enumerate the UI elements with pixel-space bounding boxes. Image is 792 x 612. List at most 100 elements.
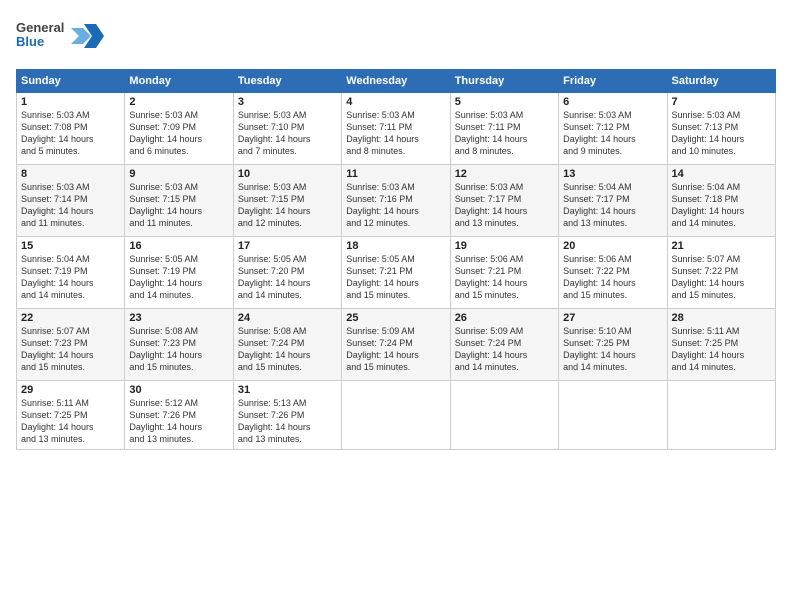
cell-4-1: 22Sunrise: 5:07 AMSunset: 7:23 PMDayligh… [17,309,125,381]
cell-line: Sunrise: 5:03 AM [563,109,662,121]
header-tuesday: Tuesday [233,70,341,93]
cell-line: and 6 minutes. [129,145,228,157]
cell-3-7: 21Sunrise: 5:07 AMSunset: 7:22 PMDayligh… [667,237,775,309]
cell-2-1: 8Sunrise: 5:03 AMSunset: 7:14 PMDaylight… [17,165,125,237]
cell-4-3: 24Sunrise: 5:08 AMSunset: 7:24 PMDayligh… [233,309,341,381]
cell-5-2: 30Sunrise: 5:12 AMSunset: 7:26 PMDayligh… [125,381,233,450]
cell-line: and 13 minutes. [21,433,120,445]
cell-line: Daylight: 14 hours [346,133,445,145]
day-number: 14 [672,168,771,180]
day-number: 22 [21,312,120,324]
cell-line: Sunset: 7:13 PM [672,121,771,133]
cell-line: Daylight: 14 hours [238,349,337,361]
cell-line: Sunrise: 5:05 AM [346,253,445,265]
cell-line: Sunrise: 5:03 AM [346,109,445,121]
cell-line: Sunrise: 5:06 AM [563,253,662,265]
cell-line: Daylight: 14 hours [129,277,228,289]
cell-line: Sunset: 7:25 PM [672,337,771,349]
cell-line: Sunrise: 5:04 AM [563,181,662,193]
cell-line: Sunrise: 5:03 AM [455,109,554,121]
week-row-3: 15Sunrise: 5:04 AMSunset: 7:19 PMDayligh… [17,237,776,309]
cell-line: and 15 minutes. [563,289,662,301]
day-number: 16 [129,240,228,252]
cell-line: Sunset: 7:17 PM [455,193,554,205]
header-row: SundayMondayTuesdayWednesdayThursdayFrid… [17,70,776,93]
day-number: 3 [238,96,337,108]
day-number: 17 [238,240,337,252]
day-number: 20 [563,240,662,252]
cell-line: Daylight: 14 hours [21,133,120,145]
cell-line: Sunrise: 5:13 AM [238,397,337,409]
cell-line: and 10 minutes. [672,145,771,157]
cell-line: Sunrise: 5:03 AM [672,109,771,121]
cell-line: Sunset: 7:26 PM [129,409,228,421]
cell-line: Daylight: 14 hours [672,349,771,361]
cell-line: Sunrise: 5:03 AM [21,181,120,193]
cell-2-3: 10Sunrise: 5:03 AMSunset: 7:15 PMDayligh… [233,165,341,237]
cell-1-6: 6Sunrise: 5:03 AMSunset: 7:12 PMDaylight… [559,93,667,165]
header-sunday: Sunday [17,70,125,93]
header-thursday: Thursday [450,70,558,93]
cell-line: Sunset: 7:25 PM [563,337,662,349]
cell-line: and 15 minutes. [21,361,120,373]
cell-3-5: 19Sunrise: 5:06 AMSunset: 7:21 PMDayligh… [450,237,558,309]
cell-line: Sunset: 7:22 PM [563,265,662,277]
day-number: 5 [455,96,554,108]
cell-line: Sunrise: 5:10 AM [563,325,662,337]
day-number: 21 [672,240,771,252]
cell-line: and 14 minutes. [238,289,337,301]
cell-line: Daylight: 14 hours [238,133,337,145]
day-number: 10 [238,168,337,180]
cell-5-3: 31Sunrise: 5:13 AMSunset: 7:26 PMDayligh… [233,381,341,450]
cell-line: and 15 minutes. [346,361,445,373]
cell-line: and 9 minutes. [563,145,662,157]
day-number: 24 [238,312,337,324]
cell-line: Sunset: 7:15 PM [238,193,337,205]
cell-4-7: 28Sunrise: 5:11 AMSunset: 7:25 PMDayligh… [667,309,775,381]
cell-line: Sunrise: 5:08 AM [238,325,337,337]
cell-line: and 13 minutes. [455,217,554,229]
cell-line: and 15 minutes. [346,289,445,301]
day-number: 25 [346,312,445,324]
cell-line: Daylight: 14 hours [455,277,554,289]
cell-5-4 [342,381,450,450]
cell-line: and 14 minutes. [21,289,120,301]
cell-line: Daylight: 14 hours [563,133,662,145]
cell-line: and 8 minutes. [455,145,554,157]
header: General Blue [16,12,776,63]
day-number: 23 [129,312,228,324]
cell-4-4: 25Sunrise: 5:09 AMSunset: 7:24 PMDayligh… [342,309,450,381]
cell-line: Sunrise: 5:06 AM [455,253,554,265]
cell-line: and 5 minutes. [21,145,120,157]
cell-1-4: 4Sunrise: 5:03 AMSunset: 7:11 PMDaylight… [342,93,450,165]
cell-line: Daylight: 14 hours [672,277,771,289]
cell-line: and 15 minutes. [238,361,337,373]
cell-5-6 [559,381,667,450]
cell-line: Daylight: 14 hours [129,421,228,433]
svg-text:General: General [16,20,64,35]
cell-line: and 13 minutes. [563,217,662,229]
header-saturday: Saturday [667,70,775,93]
cell-2-5: 12Sunrise: 5:03 AMSunset: 7:17 PMDayligh… [450,165,558,237]
cell-line: Daylight: 14 hours [129,205,228,217]
day-number: 9 [129,168,228,180]
cell-line: and 12 minutes. [346,217,445,229]
day-number: 12 [455,168,554,180]
week-row-5: 29Sunrise: 5:11 AMSunset: 7:25 PMDayligh… [17,381,776,450]
day-number: 28 [672,312,771,324]
cell-3-6: 20Sunrise: 5:06 AMSunset: 7:22 PMDayligh… [559,237,667,309]
cell-line: Sunrise: 5:09 AM [346,325,445,337]
day-number: 4 [346,96,445,108]
cell-line: Sunset: 7:21 PM [346,265,445,277]
cell-line: Sunset: 7:14 PM [21,193,120,205]
day-number: 29 [21,384,120,396]
cell-line: and 15 minutes. [455,289,554,301]
cell-line: and 14 minutes. [672,361,771,373]
cell-line: and 14 minutes. [129,289,228,301]
cell-line: Sunset: 7:20 PM [238,265,337,277]
cell-line: and 8 minutes. [346,145,445,157]
cell-line: Daylight: 14 hours [346,205,445,217]
cell-line: Daylight: 14 hours [455,133,554,145]
day-number: 2 [129,96,228,108]
calendar-table: SundayMondayTuesdayWednesdayThursdayFrid… [16,69,776,450]
